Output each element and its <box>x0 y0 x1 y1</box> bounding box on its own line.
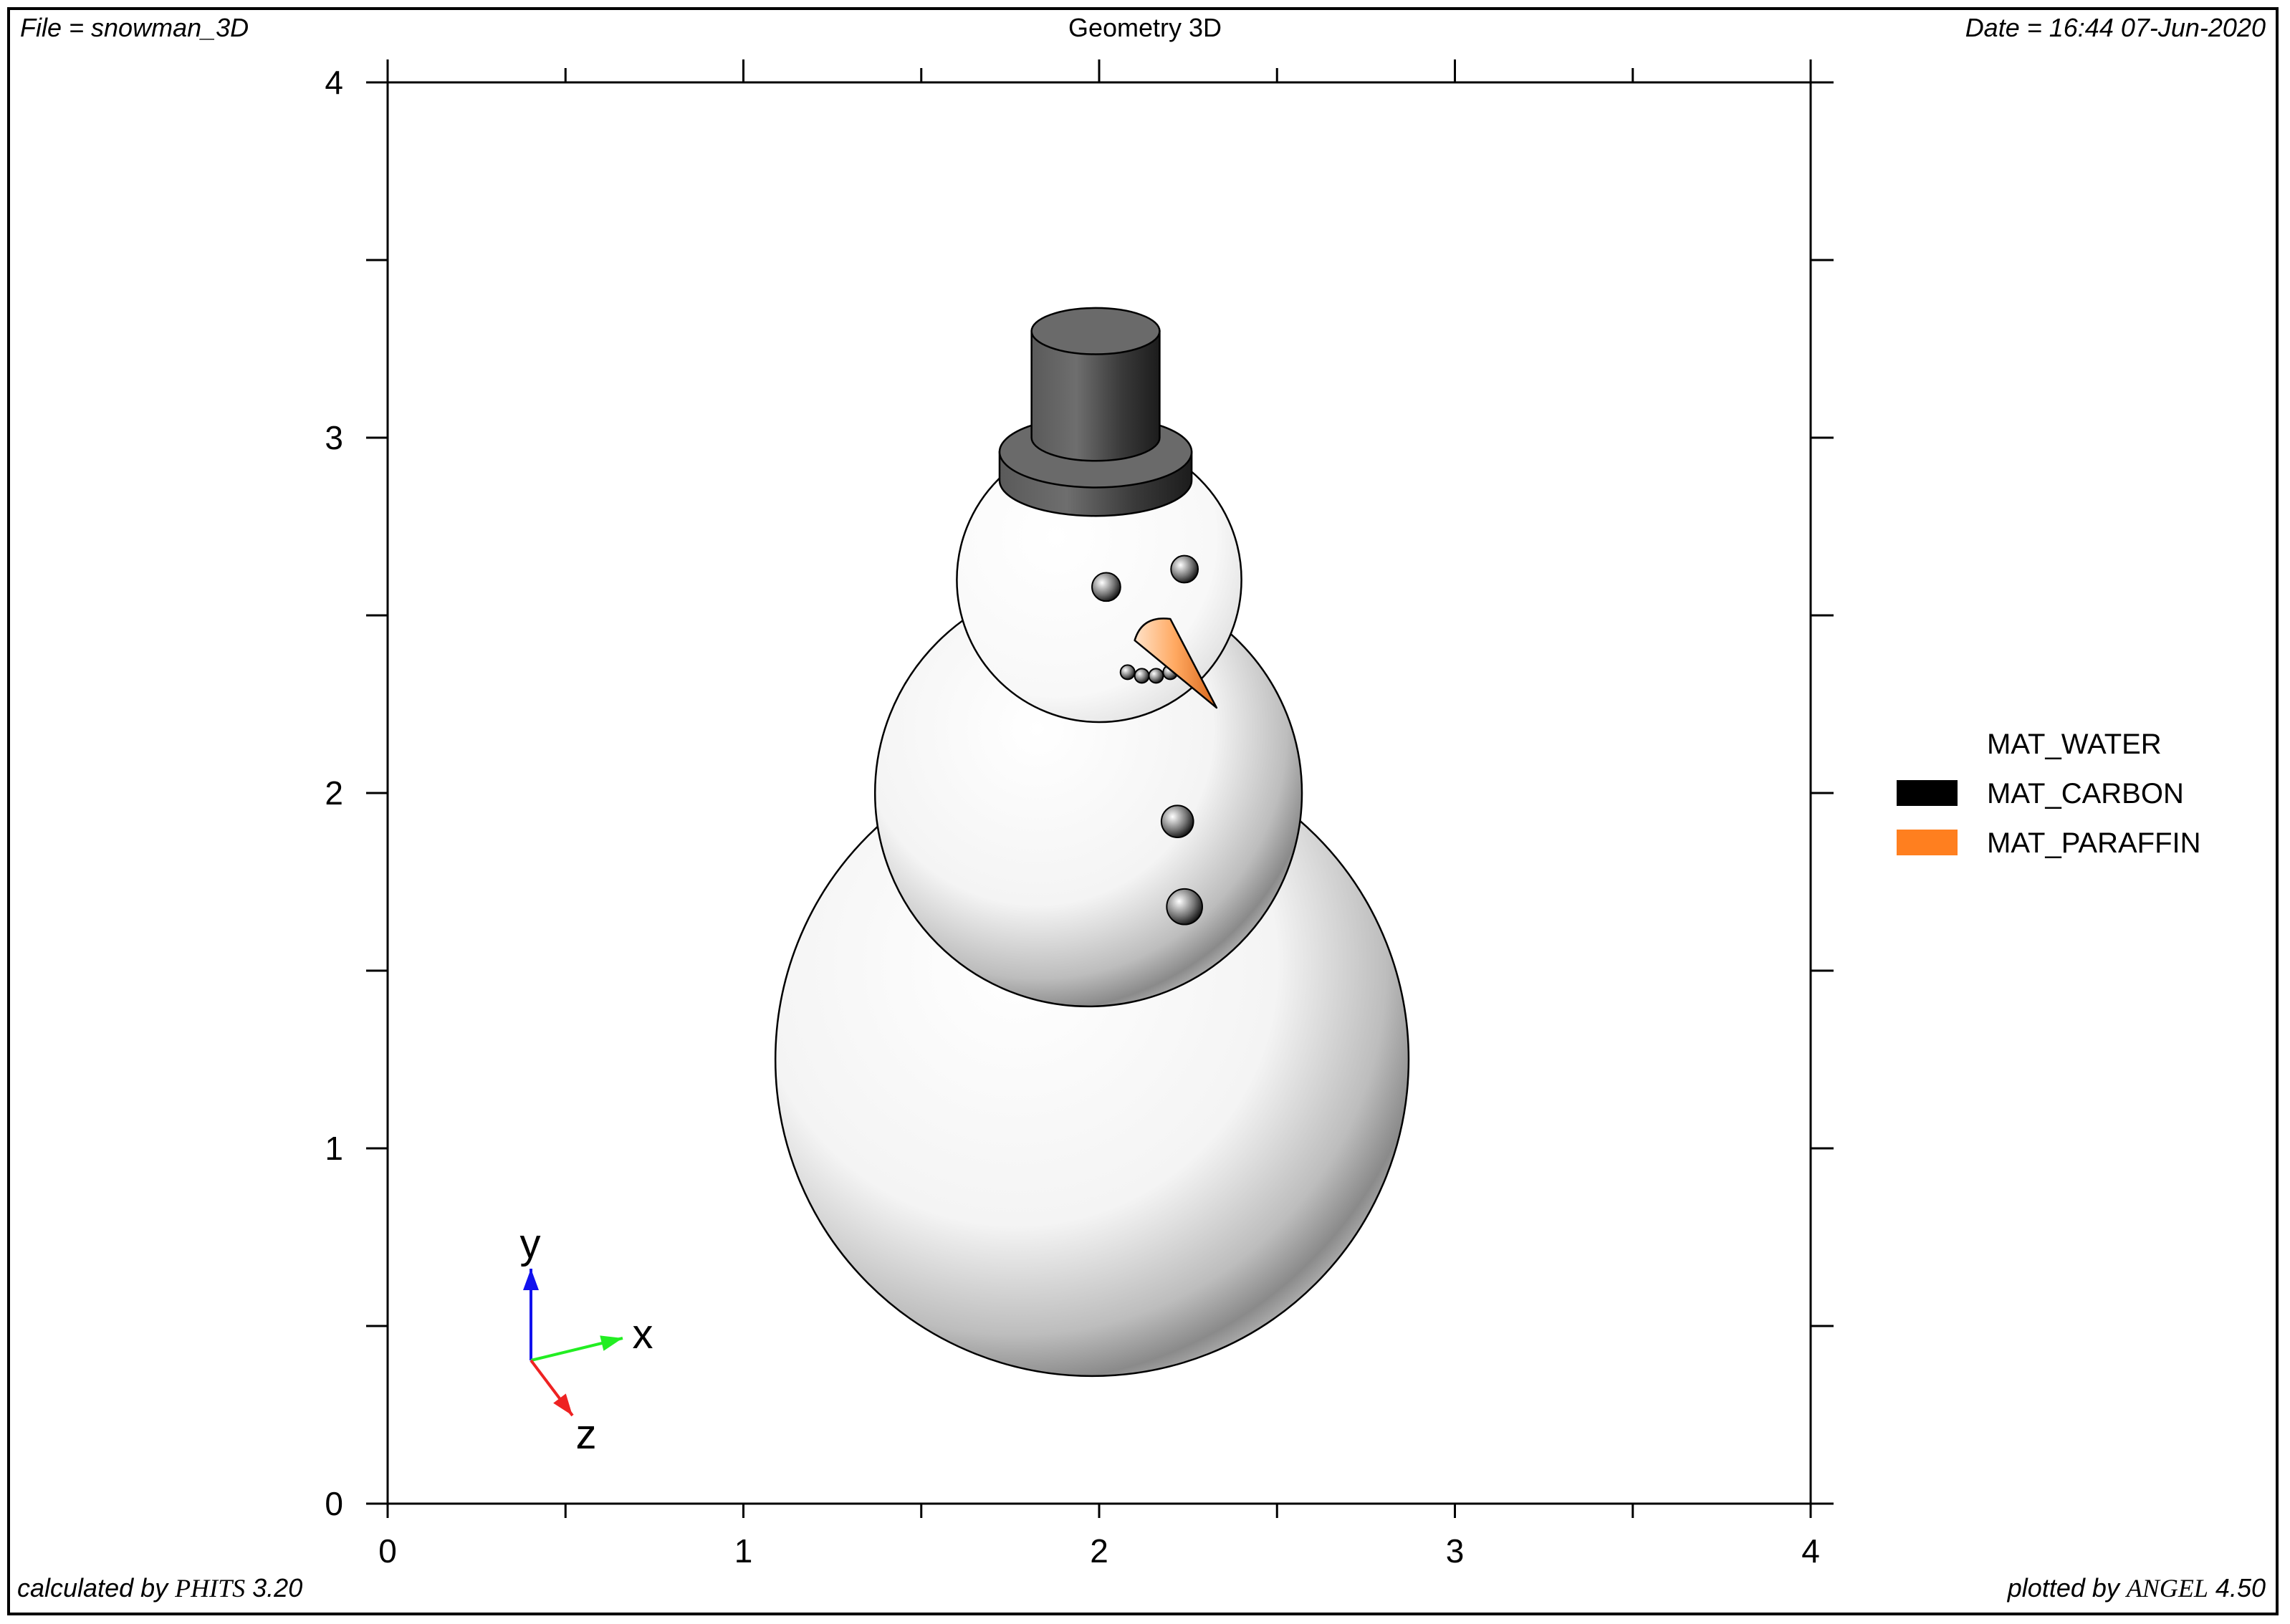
z-axis-arrow-arrowhead <box>553 1393 572 1416</box>
z-axis-letter: z <box>576 1411 597 1458</box>
coal-button <box>1160 804 1194 839</box>
x-axis-arrow-arrowhead <box>600 1335 623 1351</box>
x-axis-letter: x <box>633 1311 653 1358</box>
x-tick-label: 4 <box>1801 1532 1820 1570</box>
geometry-plot: 0 1 2 3 4 0 1 2 3 4 MAT_WATER MAT_CARBON MAT_PARAFF… <box>325 59 2201 1570</box>
coal-eye <box>1091 572 1121 602</box>
legend-swatch <box>1897 780 1958 806</box>
mouth-bead <box>1148 668 1164 684</box>
x-tick-label: 0 <box>378 1532 397 1570</box>
legend: MAT_WATER MAT_CARBON MAT_PARAFFIN <box>1897 729 2201 859</box>
x-tick-label: 2 <box>1090 1532 1108 1570</box>
mouth-bead <box>1119 664 1136 681</box>
coal-eye <box>1170 554 1199 584</box>
legend-label: MAT_CARBON <box>1987 778 2184 809</box>
coal-button <box>1166 888 1203 926</box>
hat-crown-top <box>1030 307 1161 355</box>
snowman-layer <box>774 307 1410 1378</box>
axis-indicator: y x z <box>520 1221 653 1458</box>
y-axis-arrow-arrowhead <box>523 1269 539 1290</box>
y-tick-label: 1 <box>325 1130 343 1167</box>
x-tick-label: 1 <box>734 1532 753 1570</box>
mouth-bead <box>1134 668 1150 684</box>
y-tick-label: 2 <box>325 774 343 812</box>
y-tick-label: 0 <box>325 1485 343 1522</box>
legend-label: MAT_WATER <box>1987 729 2162 760</box>
x-tick-label: 3 <box>1446 1532 1465 1570</box>
y-tick-label: 3 <box>325 419 343 456</box>
legend-label: MAT_PARAFFIN <box>1987 827 2201 859</box>
legend-swatch <box>1897 830 1958 855</box>
y-axis-letter: y <box>520 1221 541 1267</box>
y-tick-label: 4 <box>325 64 343 101</box>
